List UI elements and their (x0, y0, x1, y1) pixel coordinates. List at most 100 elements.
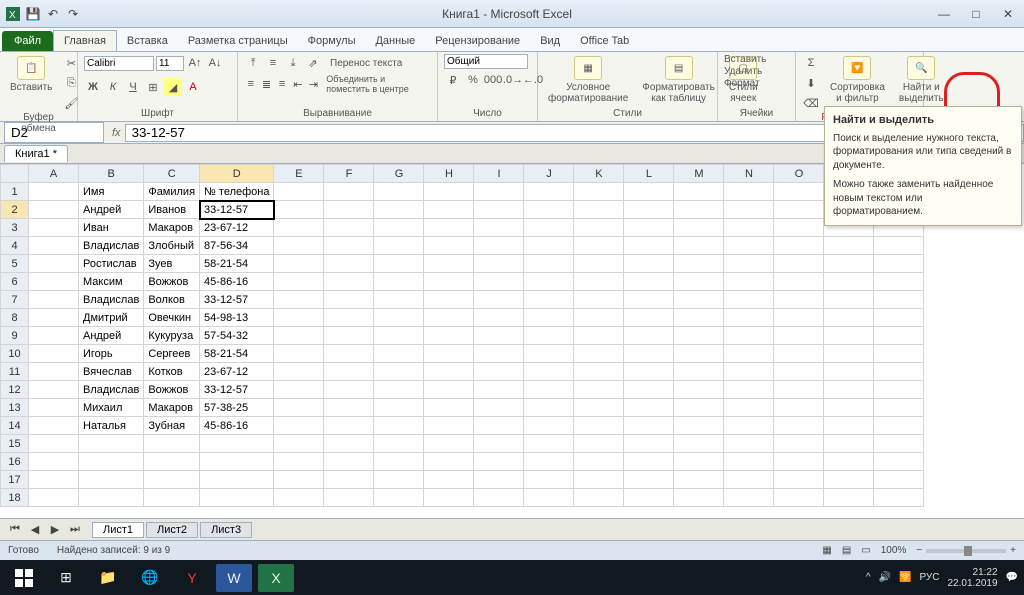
cell[interactable]: 87-56-34 (200, 237, 274, 255)
cell[interactable] (774, 453, 824, 471)
cell[interactable] (29, 453, 79, 471)
cell[interactable] (624, 363, 674, 381)
task-view-icon[interactable]: ⊞ (48, 564, 84, 592)
cell[interactable] (524, 219, 574, 237)
cell[interactable] (524, 309, 574, 327)
cell[interactable] (524, 453, 574, 471)
network-icon[interactable]: 🛜 (899, 572, 911, 583)
cell[interactable] (674, 399, 724, 417)
cell[interactable] (324, 273, 374, 291)
cell[interactable] (574, 219, 624, 237)
cell[interactable]: 58-21-54 (200, 255, 274, 273)
cell[interactable] (674, 201, 724, 219)
cell[interactable] (874, 471, 924, 489)
cell[interactable] (774, 363, 824, 381)
cell[interactable] (374, 327, 424, 345)
cell[interactable] (874, 363, 924, 381)
cell[interactable] (874, 273, 924, 291)
cell[interactable] (574, 327, 624, 345)
cell[interactable] (724, 345, 774, 363)
cell[interactable] (79, 471, 144, 489)
cell[interactable]: 33-12-57 (200, 201, 274, 219)
cell[interactable] (374, 435, 424, 453)
cell[interactable]: 23-67-12 (200, 219, 274, 237)
cell[interactable] (624, 417, 674, 435)
insert-cells-button[interactable]: Вставить (724, 54, 766, 65)
cell[interactable] (874, 381, 924, 399)
cell[interactable] (624, 273, 674, 291)
cell[interactable] (824, 363, 874, 381)
cell[interactable] (474, 381, 524, 399)
cell[interactable]: Сергеев (144, 345, 200, 363)
cell[interactable] (274, 363, 324, 381)
cell[interactable] (144, 471, 200, 489)
cell[interactable]: Ростислав (79, 255, 144, 273)
cell[interactable] (424, 309, 474, 327)
cell[interactable] (374, 237, 424, 255)
fill-icon[interactable]: ⬇ (802, 74, 820, 92)
cell[interactable] (474, 219, 524, 237)
cell[interactable] (574, 183, 624, 201)
cell[interactable] (474, 309, 524, 327)
cell[interactable] (724, 327, 774, 345)
cell[interactable] (424, 381, 474, 399)
increase-font-icon[interactable]: A↑ (186, 54, 204, 72)
save-icon[interactable]: 💾 (24, 5, 42, 23)
cell[interactable]: Вожжов (144, 381, 200, 399)
cell[interactable]: 57-38-25 (200, 399, 274, 417)
row-header[interactable]: 10 (1, 345, 29, 363)
cell[interactable] (200, 453, 274, 471)
row-header[interactable]: 13 (1, 399, 29, 417)
cell[interactable]: Наталья (79, 417, 144, 435)
find-select-button[interactable]: 🔍Найти и выделить (895, 54, 948, 106)
cell[interactable] (874, 345, 924, 363)
cell[interactable] (874, 417, 924, 435)
cell[interactable] (474, 183, 524, 201)
cell[interactable] (624, 399, 674, 417)
tab-office[interactable]: Office Tab (570, 31, 639, 51)
cell[interactable] (324, 381, 374, 399)
cell[interactable]: Овечкин (144, 309, 200, 327)
cell[interactable] (29, 363, 79, 381)
column-header[interactable]: N (724, 165, 774, 183)
cell[interactable] (274, 273, 324, 291)
cell[interactable] (524, 237, 574, 255)
cell[interactable] (674, 309, 724, 327)
cell[interactable] (774, 471, 824, 489)
cell[interactable] (324, 435, 374, 453)
format-as-table-button[interactable]: ▤Форматировать как таблицу (638, 54, 719, 106)
cell[interactable]: Макаров (144, 399, 200, 417)
cell[interactable] (774, 255, 824, 273)
row-header[interactable]: 17 (1, 471, 29, 489)
cell[interactable] (724, 399, 774, 417)
cell[interactable] (874, 255, 924, 273)
zoom-in-icon[interactable]: + (1010, 545, 1016, 556)
column-header[interactable]: L (624, 165, 674, 183)
row-header[interactable]: 8 (1, 309, 29, 327)
cell[interactable] (374, 363, 424, 381)
cell[interactable] (874, 435, 924, 453)
cell[interactable] (724, 219, 774, 237)
cell[interactable] (324, 219, 374, 237)
row-header[interactable]: 5 (1, 255, 29, 273)
cell[interactable]: Андрей (79, 327, 144, 345)
cell[interactable] (474, 327, 524, 345)
notifications-icon[interactable]: 💬 (1006, 572, 1018, 583)
cell[interactable] (724, 183, 774, 201)
cell[interactable] (724, 201, 774, 219)
sheet-tab[interactable]: Лист2 (146, 522, 198, 538)
tab-insert[interactable]: Вставка (117, 31, 178, 51)
undo-icon[interactable]: ↶ (44, 5, 62, 23)
cell[interactable] (274, 309, 324, 327)
align-bottom-icon[interactable]: ⤓ (284, 54, 302, 72)
cell[interactable] (424, 489, 474, 507)
cell[interactable] (29, 273, 79, 291)
cell[interactable] (29, 435, 79, 453)
cell[interactable] (324, 453, 374, 471)
cell[interactable]: Котков (144, 363, 200, 381)
autosum-icon[interactable]: Σ (802, 54, 820, 72)
cell[interactable] (424, 399, 474, 417)
cell[interactable] (29, 291, 79, 309)
sheet-nav-prev-icon[interactable]: ◀ (26, 521, 44, 539)
cell[interactable] (29, 399, 79, 417)
